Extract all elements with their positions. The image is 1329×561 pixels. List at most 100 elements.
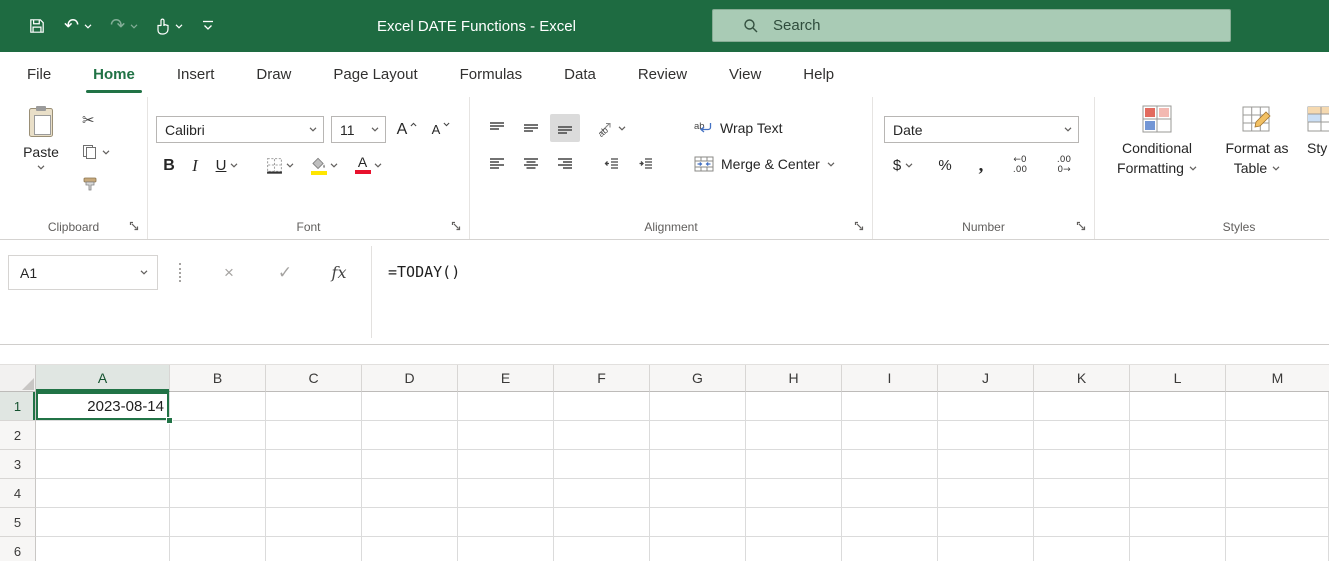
tab-page-layout[interactable]: Page Layout [312,52,438,97]
cell-F2[interactable] [554,421,650,450]
cell-M6[interactable] [1226,537,1329,561]
name-box-resize-dots[interactable] [179,263,181,282]
cell-B6[interactable] [170,537,266,561]
column-header-I[interactable]: I [842,365,938,392]
cell-B1[interactable] [170,392,266,421]
row-header-4[interactable]: 4 [0,479,36,508]
column-header-E[interactable]: E [458,365,554,392]
cell-L4[interactable] [1130,479,1226,508]
cell-E5[interactable] [458,508,554,537]
cell-H2[interactable] [746,421,842,450]
cell-K3[interactable] [1034,450,1130,479]
cell-J1[interactable] [938,392,1034,421]
font-name-select[interactable]: Calibri [156,116,324,143]
cell-H1[interactable] [746,392,842,421]
conditional-formatting-button[interactable]: Conditional Formatting [1103,103,1211,239]
cell-D3[interactable] [362,450,458,479]
decrease-decimal-button[interactable]: .00 0→ [1046,152,1082,179]
fill-handle[interactable] [166,417,173,424]
cell-I4[interactable] [842,479,938,508]
cell-M2[interactable] [1226,421,1329,450]
fill-color-button[interactable] [304,152,344,179]
row-header-1[interactable]: 1 [0,392,36,421]
cell-F3[interactable] [554,450,650,479]
undo-button[interactable]: ↶ [64,17,92,35]
column-header-D[interactable]: D [362,365,458,392]
cell-C6[interactable] [266,537,362,561]
format-as-table-button[interactable]: Format as Table [1215,103,1299,239]
search-box[interactable]: Search [712,9,1231,42]
column-header-K[interactable]: K [1034,365,1130,392]
column-header-G[interactable]: G [650,365,746,392]
cell-D2[interactable] [362,421,458,450]
cut-button[interactable]: ✂ [82,110,95,130]
column-header-B[interactable]: B [170,365,266,392]
cell-H3[interactable] [746,450,842,479]
tab-home[interactable]: Home [72,52,156,97]
cell-F5[interactable] [554,508,650,537]
save-button[interactable] [28,17,46,35]
cell-H4[interactable] [746,479,842,508]
cell-K2[interactable] [1034,421,1130,450]
paste-button[interactable]: Paste [12,105,70,170]
customize-quick-access-toolbar-button[interactable] [201,20,215,32]
orientation-button[interactable]: ab [596,114,626,142]
tab-insert[interactable]: Insert [156,52,236,97]
font-dialog-launcher[interactable] [448,218,463,233]
cell-D5[interactable] [362,508,458,537]
cell-K6[interactable] [1034,537,1130,561]
top-align-button[interactable] [482,114,512,142]
bold-button[interactable]: B [156,152,182,179]
cell-M5[interactable] [1226,508,1329,537]
tab-view[interactable]: View [708,52,782,97]
italic-button[interactable]: I [182,152,208,179]
cell-G2[interactable] [650,421,746,450]
cell-J2[interactable] [938,421,1034,450]
cell-C3[interactable] [266,450,362,479]
cell-G6[interactable] [650,537,746,561]
borders-button[interactable] [260,152,300,179]
cell-A5[interactable] [36,508,170,537]
cell-E2[interactable] [458,421,554,450]
cell-H5[interactable] [746,508,842,537]
tab-help[interactable]: Help [782,52,855,97]
cell-L5[interactable] [1130,508,1226,537]
tab-draw[interactable]: Draw [235,52,312,97]
cell-A2[interactable] [36,421,170,450]
cell-C1[interactable] [266,392,362,421]
cell-G1[interactable] [650,392,746,421]
copy-button[interactable] [82,142,110,162]
column-header-H[interactable]: H [746,365,842,392]
align-center-button[interactable] [516,150,546,178]
cell-D1[interactable] [362,392,458,421]
cell-J5[interactable] [938,508,1034,537]
align-right-button[interactable] [550,150,580,178]
cell-F1[interactable] [554,392,650,421]
row-header-2[interactable]: 2 [0,421,36,450]
font-color-button[interactable]: A [348,152,388,179]
cell-A3[interactable] [36,450,170,479]
underline-button[interactable]: U [208,152,246,179]
tab-data[interactable]: Data [543,52,617,97]
middle-align-button[interactable] [516,114,546,142]
select-all-button[interactable] [0,365,36,392]
cell-E6[interactable] [458,537,554,561]
align-left-button[interactable] [482,150,512,178]
cell-J3[interactable] [938,450,1034,479]
tab-file[interactable]: File [6,52,72,97]
cell-M1[interactable] [1226,392,1329,421]
cell-I2[interactable] [842,421,938,450]
cell-G5[interactable] [650,508,746,537]
cell-C5[interactable] [266,508,362,537]
decrease-font-size-button[interactable]: A [428,116,454,143]
cancel-button[interactable]: × [212,256,246,289]
column-header-A[interactable]: A [36,365,170,392]
row-header-6[interactable]: 6 [0,537,36,561]
touch-mouse-mode-button[interactable] [156,18,183,35]
insert-function-button[interactable]: fx [322,256,356,289]
cell-B5[interactable] [170,508,266,537]
cell-F4[interactable] [554,479,650,508]
cell-I3[interactable] [842,450,938,479]
cell-styles-button[interactable]: Sty [1303,103,1329,239]
tab-formulas[interactable]: Formulas [439,52,544,97]
